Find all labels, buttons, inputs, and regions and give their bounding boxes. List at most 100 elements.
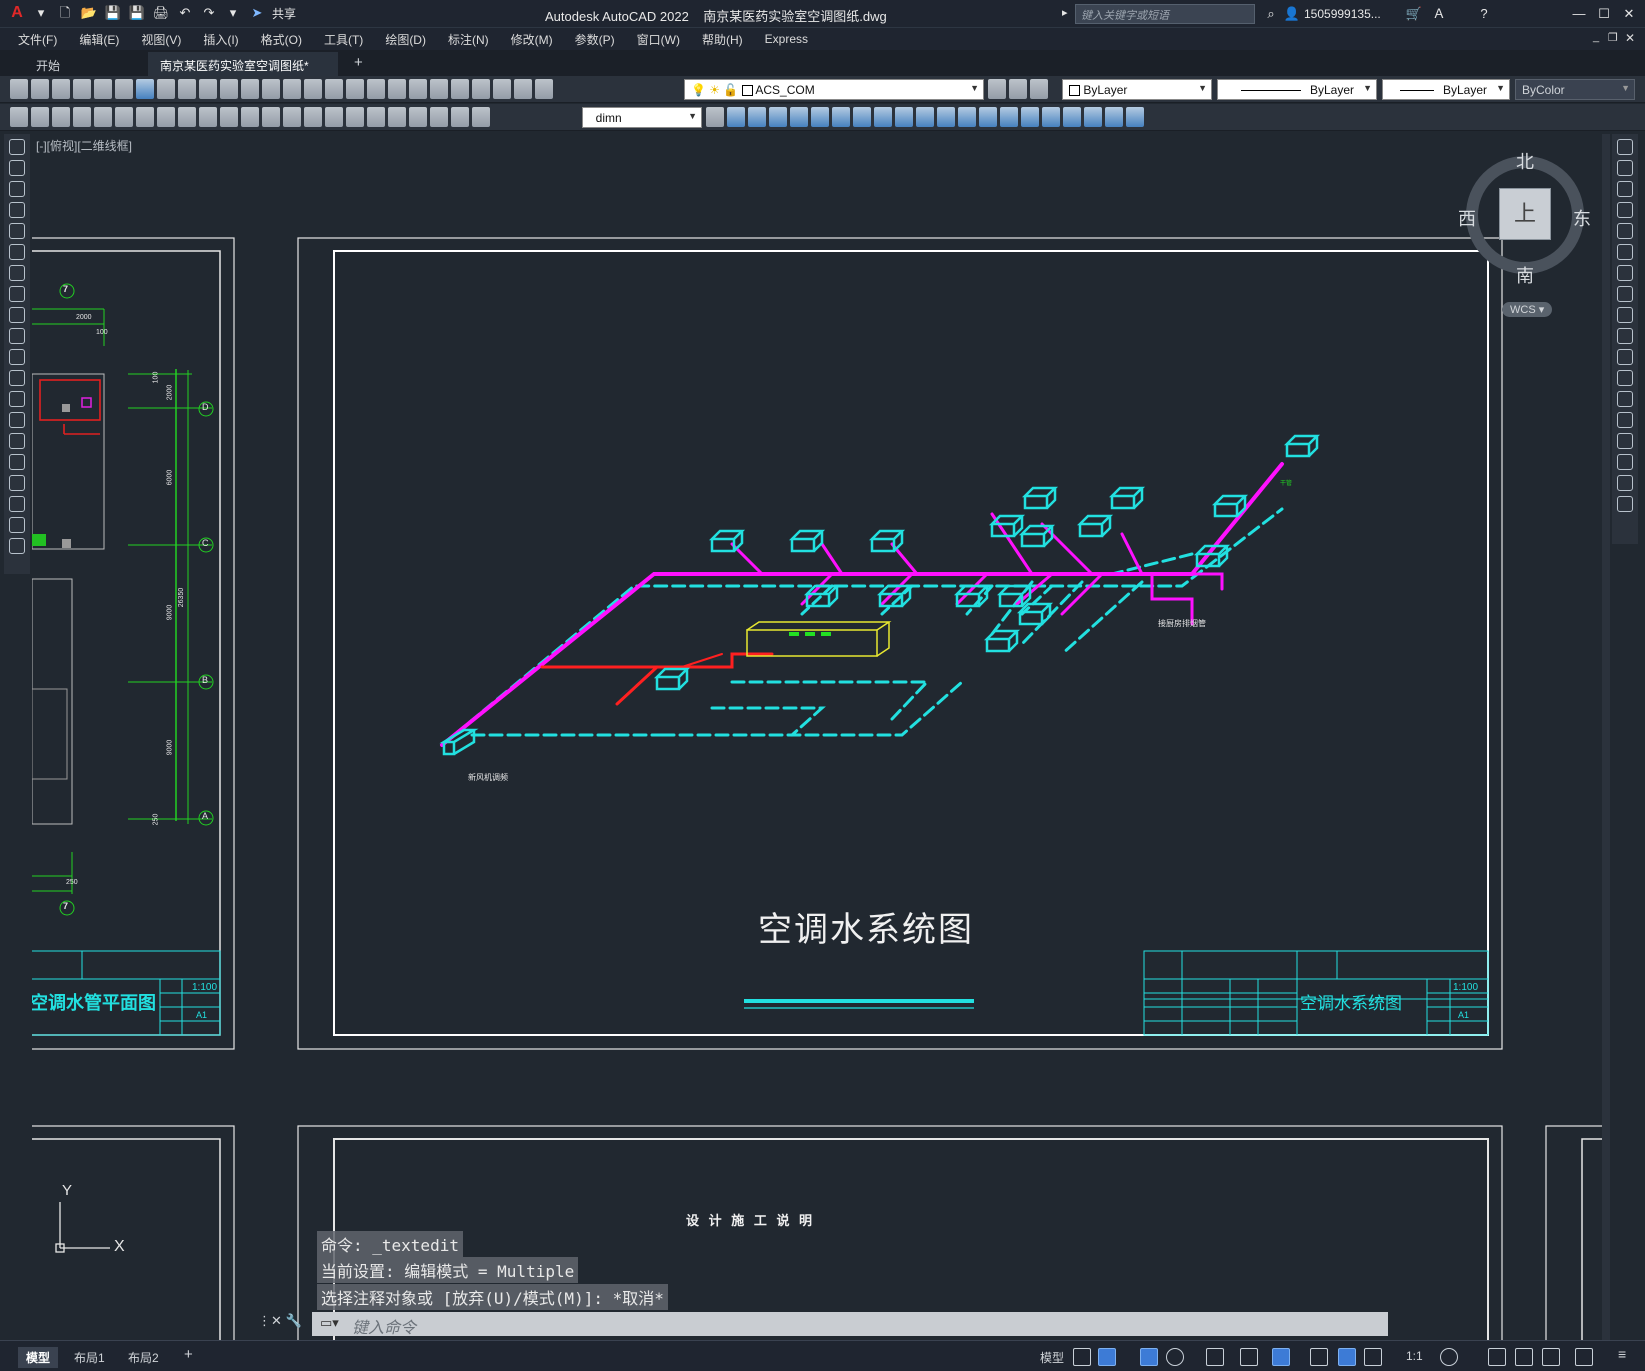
layout-tab-2[interactable]: 布局2 (120, 1347, 167, 1368)
close-icon[interactable]: ✕ (1620, 5, 1638, 23)
minimize-icon[interactable]: — (1570, 5, 1588, 23)
move-icon[interactable] (1617, 244, 1633, 260)
menu-tools[interactable]: 工具(T) (313, 31, 374, 48)
save-as-icon[interactable]: 💾 (128, 4, 146, 22)
mirror-icon[interactable] (1617, 181, 1633, 197)
line-icon[interactable] (9, 139, 25, 155)
radius-icon[interactable] (157, 107, 175, 127)
dim-text-edit-icon[interactable] (451, 107, 469, 127)
aligned-dim-icon[interactable] (94, 107, 112, 127)
plot-icon[interactable]: 🖨 (152, 4, 170, 22)
pan-icon[interactable] (304, 79, 322, 99)
isolate-icon[interactable] (1515, 1348, 1533, 1366)
solid-icon-14[interactable] (1000, 107, 1018, 127)
search-input[interactable]: 键入关键字或短语 (1075, 4, 1255, 24)
add-selected-icon[interactable] (9, 538, 25, 554)
plot-icon-2[interactable] (73, 79, 91, 99)
calculator-icon[interactable] (493, 79, 511, 99)
text-order-icon[interactable] (31, 107, 49, 127)
wcs-menu[interactable]: WCS ▾ (1502, 302, 1553, 317)
autodesk-a360-icon[interactable]: Ａ (1430, 5, 1448, 23)
doc-close-icon[interactable]: ✕ (1625, 31, 1635, 45)
workspace-gear-icon[interactable] (1440, 1348, 1458, 1366)
dim-update-icon[interactable] (472, 107, 490, 127)
undo-icon[interactable]: ↶ (176, 4, 194, 22)
tab-drawing[interactable]: 南京某医药实验室空调图纸* ✕ (148, 52, 338, 88)
lineweight-icon[interactable] (1310, 1348, 1328, 1366)
diameter-icon[interactable] (199, 107, 217, 127)
layer-dropdown[interactable]: 💡 ☀ 🔓 ACS_COM ▼ (684, 79, 984, 100)
layer-state-icon[interactable] (1030, 79, 1048, 99)
menu-express[interactable]: Express (754, 32, 819, 46)
viewcube-south[interactable]: 南 (1516, 262, 1534, 288)
redo-icon[interactable]: ↷ (200, 4, 218, 22)
doc-minimize-icon[interactable]: _ (1593, 31, 1599, 43)
baseline-icon[interactable] (262, 107, 280, 127)
preview-icon[interactable] (94, 79, 112, 99)
rotate-icon[interactable] (1617, 265, 1633, 281)
linetype-dropdown[interactable]: ByLayer ▼ (1217, 79, 1377, 100)
doc-restore-icon[interactable]: ❐ (1608, 31, 1618, 44)
clean-screen-icon[interactable] (1575, 1348, 1593, 1366)
menu-file[interactable]: 文件(F) (0, 31, 68, 48)
spline-icon[interactable] (9, 307, 25, 323)
command-grip-icon[interactable]: ⋮✕ 🔧 (258, 1313, 302, 1329)
solid-icon-18[interactable] (1084, 107, 1102, 127)
make-block-icon[interactable] (9, 391, 25, 407)
sheet-set-icon[interactable] (451, 79, 469, 99)
color-dropdown[interactable]: ByLayer ▼ (1062, 79, 1212, 100)
layout-tab-model[interactable]: 模型 (18, 1347, 59, 1368)
dim-space-icon[interactable] (304, 107, 322, 127)
offset-icon[interactable] (1617, 202, 1633, 218)
dim-order-icon[interactable] (52, 107, 70, 127)
lineweight-dropdown[interactable]: ByLayer ▼ (1382, 79, 1510, 100)
jogged-icon[interactable] (178, 107, 196, 127)
circle-icon[interactable] (9, 265, 25, 281)
zoom-window-icon[interactable] (346, 79, 364, 99)
revision-cloud-icon[interactable] (9, 286, 25, 302)
menu-insert[interactable]: 插入(I) (192, 31, 249, 48)
arc-icon[interactable] (9, 244, 25, 260)
web-icon[interactable] (136, 79, 154, 99)
angular-icon[interactable] (220, 107, 238, 127)
solid-icon-13[interactable] (979, 107, 997, 127)
table-icon[interactable] (9, 496, 25, 512)
explode-icon[interactable] (1617, 496, 1633, 512)
customize-icon[interactable]: ▾ (224, 4, 242, 22)
tolerance-icon[interactable] (346, 107, 364, 127)
undo-icon-2[interactable] (262, 79, 280, 99)
quick-dim-icon[interactable] (241, 107, 259, 127)
ordinate-icon[interactable] (136, 107, 154, 127)
solid-icon-16[interactable] (1042, 107, 1060, 127)
menu-draw[interactable]: 绘图(D) (374, 31, 437, 48)
hatch-icon[interactable] (9, 433, 25, 449)
auto-scale-icon[interactable] (1364, 1348, 1382, 1366)
region-icon[interactable] (9, 475, 25, 491)
add-layout-plus-icon[interactable]: + (176, 1344, 201, 1365)
insert-block-icon[interactable] (9, 370, 25, 386)
autocad-logo-icon[interactable]: A (8, 4, 26, 22)
maximize-icon[interactable]: ☐ (1595, 5, 1613, 23)
menu-help[interactable]: 帮助(H) (691, 31, 754, 48)
dimstyle-dropdown[interactable]: dimn ▼ (582, 107, 702, 128)
rectangle-icon[interactable] (9, 223, 25, 239)
cut-icon[interactable] (157, 79, 175, 99)
paste-icon[interactable] (199, 79, 217, 99)
solid-icon-6[interactable] (832, 107, 850, 127)
inspect-icon[interactable] (388, 107, 406, 127)
match-icon[interactable] (220, 79, 238, 99)
solid-icon-5[interactable] (811, 107, 829, 127)
break-point-icon[interactable] (1617, 370, 1633, 386)
blend-icon[interactable] (1617, 475, 1633, 491)
solid-icon-9[interactable] (895, 107, 913, 127)
app-menu-chevron-icon[interactable]: ▾ (32, 4, 50, 22)
ellipse-arc-icon[interactable] (9, 349, 25, 365)
new-tab-plus-icon[interactable]: + (346, 52, 374, 76)
design-center-icon[interactable] (409, 79, 427, 99)
command-input[interactable]: ▭▾ 键入命令 (312, 1312, 1388, 1337)
fillet-icon[interactable] (1617, 454, 1633, 470)
menu-edit[interactable]: 编辑(E) (68, 31, 130, 48)
viewcube-west[interactable]: 西 (1458, 205, 1476, 231)
user-name[interactable]: 1505999135... (1304, 7, 1381, 21)
menu-modify[interactable]: 修改(M) (500, 31, 564, 48)
